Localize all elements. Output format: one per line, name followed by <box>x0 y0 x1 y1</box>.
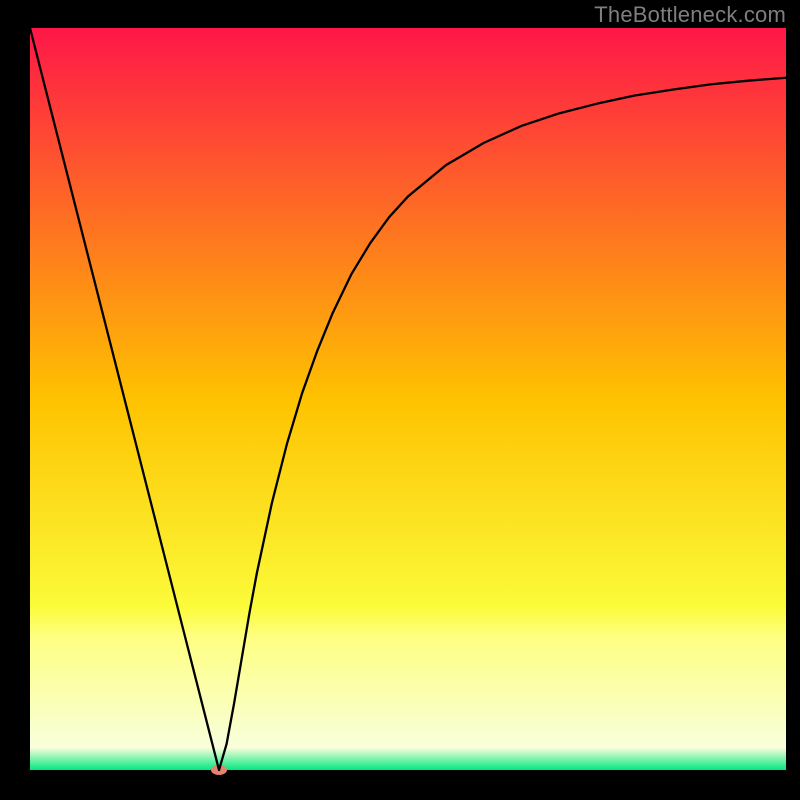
plot-background <box>30 28 786 770</box>
chart-frame: TheBottleneck.com <box>0 0 800 800</box>
bottleneck-chart <box>0 0 800 800</box>
